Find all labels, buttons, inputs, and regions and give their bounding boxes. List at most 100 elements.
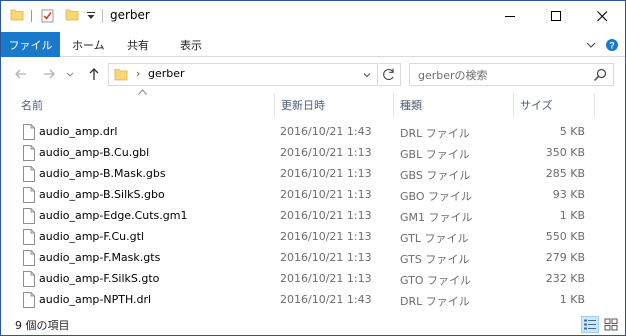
file-row[interactable]: audio_amp-NPTH.drl 2016/10/21 1:43 DRL フ… <box>13 290 593 311</box>
details-view-icon[interactable] <box>581 316 599 333</box>
file-size: 285 KB <box>545 167 585 180</box>
status-bar: 9 個の項目 <box>1 313 625 335</box>
file-name: audio_amp-B.SilkS.gbo <box>39 188 165 201</box>
expand-ribbon-icon[interactable] <box>584 38 598 52</box>
checkmark-properties-icon[interactable] <box>41 9 54 23</box>
file-size: 232 KB <box>545 272 585 285</box>
column-header-name[interactable]: 名前 <box>21 97 43 113</box>
file-size: 550 KB <box>545 230 585 243</box>
column-divider[interactable] <box>274 93 275 117</box>
column-divider[interactable] <box>393 93 394 117</box>
file-type: GTL ファイル <box>400 232 469 245</box>
forward-arrow-icon[interactable] <box>41 66 57 82</box>
column-divider[interactable] <box>594 93 595 117</box>
tab-share[interactable]: 共有 <box>127 32 149 57</box>
file-row[interactable]: audio_amp-Edge.Cuts.gm1 2016/10/21 1:13 … <box>13 206 593 227</box>
breadcrumb-current[interactable]: gerber <box>148 67 185 80</box>
up-arrow-icon[interactable] <box>86 66 102 82</box>
file-size: 1 KB <box>559 293 585 306</box>
column-header-type[interactable]: 種類 <box>400 97 422 113</box>
document-icon <box>23 229 35 245</box>
file-type: GBS ファイル <box>400 169 471 182</box>
folder-icon <box>10 9 24 21</box>
file-name: audio_amp.drl <box>39 125 118 138</box>
minimize-button[interactable] <box>487 1 533 31</box>
address-bar[interactable]: › gerber <box>108 63 378 86</box>
column-divider[interactable] <box>513 93 514 117</box>
file-size: 1 KB <box>559 209 585 222</box>
file-type: DRL ファイル <box>400 127 470 140</box>
refresh-icon <box>383 68 394 81</box>
back-arrow-icon[interactable] <box>13 66 29 82</box>
chevron-down-icon[interactable] <box>360 68 374 82</box>
file-name: audio_amp-F.SilkS.gto <box>39 272 160 285</box>
help-icon[interactable]: ? <box>605 38 619 52</box>
navigation-bar: › gerber gerberの検索 <box>1 58 625 91</box>
folder-icon <box>114 69 128 81</box>
file-date: 2016/10/21 1:13 <box>280 146 372 159</box>
close-icon <box>596 10 607 21</box>
document-icon <box>23 187 35 203</box>
refresh-button[interactable] <box>379 63 401 86</box>
tab-home[interactable]: ホーム <box>72 32 105 57</box>
file-name: audio_amp-NPTH.drl <box>39 293 152 306</box>
large-icons-view-icon[interactable] <box>602 316 620 333</box>
tab-file[interactable]: ファイル <box>1 32 60 57</box>
column-header-date[interactable]: 更新日時 <box>281 97 325 113</box>
file-row[interactable]: audio_amp-B.Cu.gbl 2016/10/21 1:13 GBL フ… <box>13 143 593 164</box>
window-title: gerber <box>110 8 150 22</box>
file-type: GM1 ファイル <box>400 211 473 224</box>
document-icon <box>23 271 35 287</box>
maximize-button[interactable] <box>533 1 579 31</box>
recent-locations-icon[interactable] <box>65 66 75 82</box>
minimize-icon <box>504 15 515 17</box>
file-date: 2016/10/21 1:43 <box>280 125 372 138</box>
file-name: audio_amp-B.Mask.gbs <box>39 167 166 180</box>
file-row[interactable]: audio_amp-F.SilkS.gto 2016/10/21 1:13 GT… <box>13 269 593 290</box>
file-date: 2016/10/21 1:43 <box>280 293 372 306</box>
file-date: 2016/10/21 1:13 <box>280 167 372 180</box>
file-row[interactable]: audio_amp.drl 2016/10/21 1:43 DRL ファイル 5… <box>13 122 593 143</box>
file-date: 2016/10/21 1:13 <box>280 209 372 222</box>
quick-access-separator <box>31 10 32 22</box>
file-type: GBL ファイル <box>400 148 470 161</box>
file-type: GTS ファイル <box>400 253 470 266</box>
file-name: audio_amp-Edge.Cuts.gm1 <box>39 209 188 222</box>
file-size: 350 KB <box>545 146 585 159</box>
file-name: audio_amp-F.Mask.gts <box>39 251 161 264</box>
file-row[interactable]: audio_amp-F.Mask.gts 2016/10/21 1:13 GTS… <box>13 248 593 269</box>
file-size: 93 KB <box>552 188 585 201</box>
title-separator <box>102 9 103 23</box>
document-icon <box>23 292 35 308</box>
file-type: DRL ファイル <box>400 295 470 308</box>
column-header-row: 名前 更新日時 種類 サイズ <box>1 93 625 117</box>
document-icon <box>23 145 35 161</box>
title-bar: gerber <box>1 1 625 32</box>
document-icon <box>23 208 35 224</box>
file-date: 2016/10/21 1:13 <box>280 230 372 243</box>
file-type: GBO ファイル <box>400 190 473 203</box>
column-header-size[interactable]: サイズ <box>520 97 553 113</box>
document-icon <box>23 124 35 140</box>
svg-text:?: ? <box>609 41 615 51</box>
search-box[interactable]: gerberの検索 <box>409 63 614 86</box>
file-row[interactable]: audio_amp-B.Mask.gbs 2016/10/21 1:13 GBS… <box>13 164 593 185</box>
file-size: 279 KB <box>545 251 585 264</box>
file-name: audio_amp-F.Cu.gtl <box>39 230 144 243</box>
new-folder-icon[interactable] <box>65 8 79 22</box>
document-icon <box>23 166 35 182</box>
file-name: audio_amp-B.Cu.gbl <box>39 146 150 159</box>
file-row[interactable]: audio_amp-F.Cu.gtl 2016/10/21 1:13 GTL フ… <box>13 227 593 248</box>
file-row[interactable]: audio_amp-B.SilkS.gbo 2016/10/21 1:13 GB… <box>13 185 593 206</box>
search-icon[interactable] <box>593 68 607 82</box>
tab-view[interactable]: 表示 <box>180 32 202 57</box>
ribbon-tab-bar: ファイル ホーム 共有 表示 ? <box>1 32 625 57</box>
item-count: 9 個の項目 <box>15 319 70 332</box>
document-icon <box>23 250 35 266</box>
close-button[interactable] <box>579 1 625 31</box>
breadcrumb-chevron[interactable]: › <box>136 67 140 80</box>
file-date: 2016/10/21 1:13 <box>280 272 372 285</box>
file-size: 5 KB <box>559 125 585 138</box>
customize-dropdown-icon[interactable] <box>86 10 96 22</box>
file-type: GTO ファイル <box>400 274 472 287</box>
